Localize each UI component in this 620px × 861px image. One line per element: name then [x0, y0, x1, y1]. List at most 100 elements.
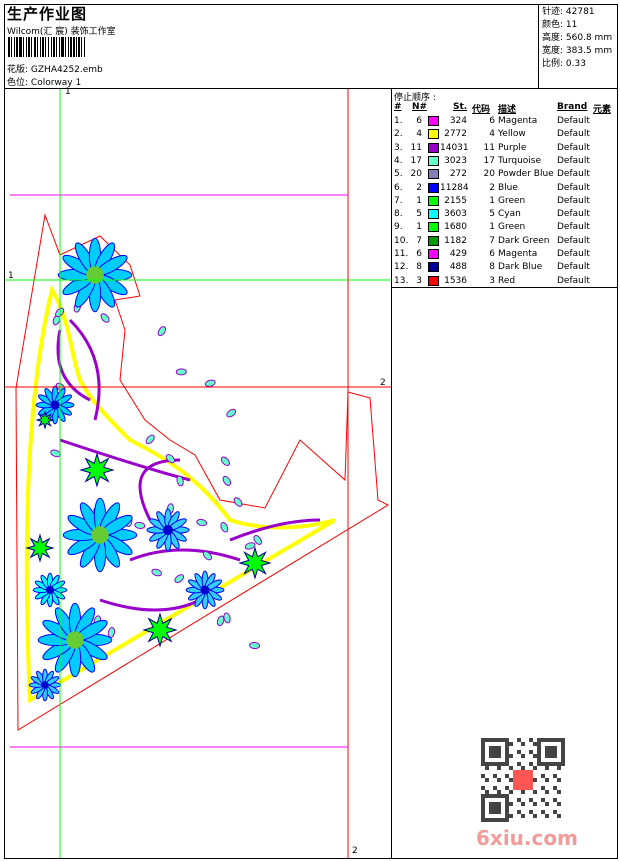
- col-element: 元素: [593, 102, 611, 115]
- stat-height: 高度: 560.8 mm: [542, 32, 615, 45]
- design-canvas: 1 1 2 2: [5, 89, 392, 858]
- table-row[interactable]: 9. 1 1680 1 Green Default: [392, 221, 617, 234]
- row-needle: 1: [410, 221, 422, 234]
- green-star: [144, 614, 176, 646]
- row-needle: 4: [410, 128, 422, 141]
- row-needle: 17: [410, 155, 422, 168]
- row-code: 2: [480, 182, 495, 195]
- row-code: 7: [480, 235, 495, 248]
- color-swatch: [428, 196, 439, 206]
- table-row[interactable]: 5. 20 272 20 Powder Blue Default: [392, 168, 617, 181]
- flower-center: [86, 266, 104, 284]
- color-swatch: [428, 209, 439, 219]
- row-stitches: 3023: [440, 155, 467, 168]
- row-code: 1: [480, 195, 495, 208]
- leaf: [157, 325, 168, 337]
- table-row[interactable]: 1. 6 324 6 Magenta Default: [392, 115, 617, 128]
- table-row[interactable]: 11. 6 429 6 Magenta Default: [392, 248, 617, 261]
- table-row[interactable]: 7. 1 2155 1 Green Default: [392, 195, 617, 208]
- table-row[interactable]: 8. 5 3603 5 Cyan Default: [392, 208, 617, 221]
- row-needle: 6: [410, 248, 422, 261]
- row-brand: Default: [557, 182, 590, 195]
- row-code: 8: [480, 261, 495, 274]
- row-code: 11: [480, 142, 495, 155]
- stat-colors: 颜色: 11: [542, 19, 615, 32]
- row-idx: 11.: [394, 248, 408, 261]
- col-code: 代码: [472, 102, 490, 115]
- row-description: Green: [498, 221, 525, 234]
- row-brand: Default: [557, 261, 590, 274]
- leaf: [249, 642, 259, 649]
- green-star: [81, 454, 113, 486]
- row-stitches: 3603: [440, 208, 467, 221]
- row-brand: Default: [557, 128, 590, 141]
- row-needle: 1: [410, 195, 422, 208]
- row-description: Cyan: [498, 208, 521, 221]
- table-row[interactable]: 6. 2 11284 2 Blue Default: [392, 182, 617, 195]
- stat-width: 宽度: 383.5 mm: [542, 45, 615, 58]
- row-brand: Default: [557, 275, 590, 288]
- color-swatch: [428, 129, 439, 139]
- stat-scale: 比例: 0.33: [542, 58, 615, 71]
- design-value: GZHA4252.emb: [31, 65, 103, 75]
- row-idx: 4.: [394, 155, 403, 168]
- guide-label-green-v: 1: [65, 87, 71, 97]
- row-needle: 6: [410, 115, 422, 128]
- row-brand: Default: [557, 235, 590, 248]
- row-stitches: 1536: [440, 275, 467, 288]
- flower-center: [163, 525, 173, 535]
- flower-center: [41, 681, 49, 689]
- design-preview: [5, 89, 392, 858]
- barcode: [8, 37, 150, 57]
- row-brand: Default: [557, 195, 590, 208]
- row-stitches: 429: [440, 248, 467, 261]
- row-description: Magenta: [498, 115, 537, 128]
- row-description: Purple: [498, 142, 526, 155]
- color-swatch: [428, 183, 439, 193]
- row-code: 17: [480, 155, 495, 168]
- color-swatch: [428, 143, 439, 153]
- row-idx: 3.: [394, 142, 403, 155]
- row-brand: Default: [557, 155, 590, 168]
- color-swatch: [428, 249, 439, 259]
- row-description: Red: [498, 275, 515, 288]
- company-name: Wilcom(汇 宸) 装饰工作室: [7, 24, 116, 37]
- table-row[interactable]: 3. 11 14031 11 Purple Default: [392, 142, 617, 155]
- flower-center: [91, 526, 109, 544]
- row-needle: 11: [410, 142, 422, 155]
- table-row[interactable]: 10. 7 1182 7 Dark Green Default: [392, 235, 617, 248]
- page-title: 生产作业图: [7, 3, 87, 24]
- row-brand: Default: [557, 142, 590, 155]
- guide-label-green-h: 1: [8, 271, 14, 281]
- table-row[interactable]: 2. 4 2772 4 Yellow Default: [392, 128, 617, 141]
- col-stitches: St.: [453, 102, 467, 112]
- row-idx: 6.: [394, 182, 403, 195]
- row-description: Powder Blue: [498, 168, 554, 181]
- row-code: 5: [480, 208, 495, 221]
- table-row[interactable]: 13. 3 1536 3 Red Default: [392, 275, 617, 288]
- green-star: [27, 535, 53, 561]
- colorway-label: 色位:: [7, 78, 28, 88]
- table-row[interactable]: 4. 17 3023 17 Turquoise Default: [392, 155, 617, 168]
- row-brand: Default: [557, 168, 590, 181]
- row-description: Blue: [498, 182, 518, 195]
- leaf: [220, 456, 231, 467]
- table-row[interactable]: 12. 8 488 8 Dark Blue Default: [392, 261, 617, 274]
- row-description: Magenta: [498, 248, 537, 261]
- color-swatch: [428, 222, 439, 232]
- stamp-logo: [513, 770, 533, 790]
- leaf: [100, 312, 111, 323]
- leaf: [233, 496, 244, 507]
- row-description: Green: [498, 195, 525, 208]
- guide-label-red-h: 2: [380, 378, 386, 388]
- color-swatch: [428, 276, 439, 286]
- row-stitches: 488: [440, 261, 467, 274]
- leaf: [145, 434, 156, 445]
- row-code: 20: [480, 168, 495, 181]
- row-stitches: 1182: [440, 235, 467, 248]
- row-code: 6: [480, 248, 495, 261]
- colorway-value: Colorway 1: [31, 78, 81, 88]
- row-idx: 12.: [394, 261, 408, 274]
- leaf: [205, 379, 216, 388]
- green-star: [240, 548, 270, 578]
